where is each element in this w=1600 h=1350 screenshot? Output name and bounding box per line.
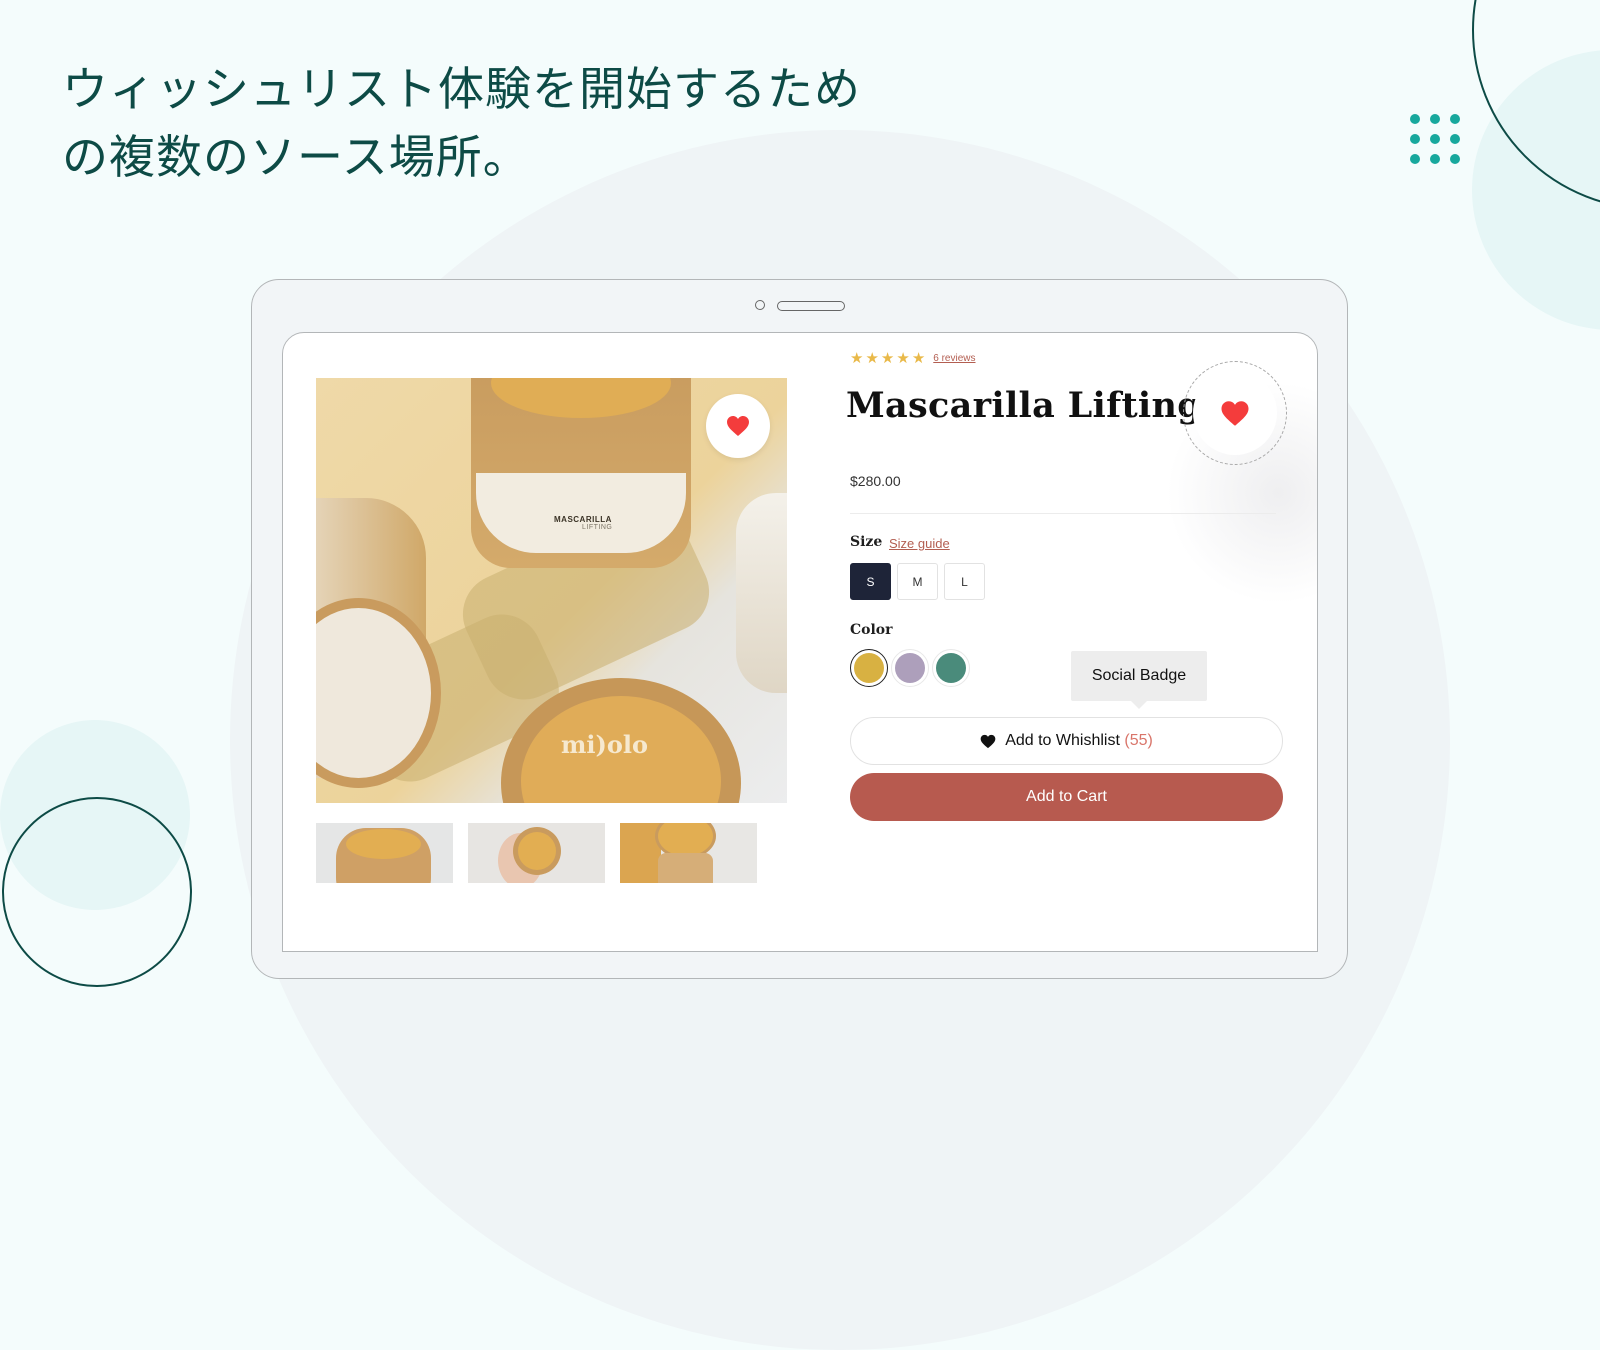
social-badge-tooltip: Social Badge xyxy=(1071,651,1207,709)
size-option-l[interactable]: L xyxy=(944,563,985,600)
add-to-cart-button[interactable]: Add to Cart xyxy=(850,773,1283,821)
heart-icon xyxy=(727,416,749,436)
thumbnail[interactable] xyxy=(316,823,453,883)
size-option-s[interactable]: S xyxy=(850,563,891,600)
wishlist-label: Add to Whishlist (55) xyxy=(1005,732,1153,749)
thumbnail-strip xyxy=(316,823,757,883)
reviews-link[interactable]: 6 reviews xyxy=(933,353,975,364)
heart-icon xyxy=(980,734,996,748)
jar-label: MASCARILLA xyxy=(554,515,612,524)
color-swatch-teal[interactable] xyxy=(932,649,970,687)
decorative-ring xyxy=(2,797,192,987)
heart-icon xyxy=(1221,400,1249,426)
headline: ウィッシュリスト体験を開始するため の複数のソース場所。 xyxy=(62,55,932,191)
wishlist-count: (55) xyxy=(1124,732,1153,749)
divider xyxy=(850,513,1276,514)
headline-line-2: の複数のソース場所。 xyxy=(62,130,530,184)
brand-logo: mi)olo xyxy=(561,730,648,759)
star-icon: ★ xyxy=(880,350,895,367)
product-title: Mascarilla Lifting xyxy=(846,385,1203,426)
product-page: MASCARILLA LIFTING mi)olo ★ ★ ★ ★ ★ 6 re… xyxy=(282,332,1318,952)
thumbnail[interactable] xyxy=(620,823,757,883)
headline-line-1: ウィッシュリスト体験を開始するため xyxy=(62,62,861,116)
tablet-frame: MASCARILLA LIFTING mi)olo ★ ★ ★ ★ ★ 6 re… xyxy=(251,279,1348,979)
star-icon: ★ xyxy=(896,350,910,367)
rating: ★ ★ ★ ★ ★ 6 reviews xyxy=(850,351,976,366)
star-icon: ★ xyxy=(850,350,864,367)
image-wishlist-button[interactable] xyxy=(706,394,770,458)
size-selector: S M L xyxy=(850,563,985,600)
size-guide-link[interactable]: Size guide xyxy=(889,536,950,551)
color-label: Color xyxy=(850,622,893,638)
product-price: $280.00 xyxy=(850,473,901,489)
product-main-image[interactable]: MASCARILLA LIFTING mi)olo xyxy=(316,378,787,803)
speaker-slot xyxy=(777,301,845,311)
camera-icon xyxy=(755,300,765,310)
color-swatch-mustard[interactable] xyxy=(850,649,888,687)
color-selector xyxy=(850,649,970,687)
add-to-wishlist-button[interactable]: Add to Whishlist (55) xyxy=(850,717,1283,765)
color-swatch-lavender[interactable] xyxy=(891,649,929,687)
wishlist-heart-button[interactable] xyxy=(1183,361,1287,465)
size-label: Size xyxy=(850,534,883,550)
star-rating: ★ ★ ★ ★ ★ xyxy=(850,351,925,366)
star-icon: ★ xyxy=(911,350,926,367)
size-option-m[interactable]: M xyxy=(897,563,938,600)
decorative-dot-grid xyxy=(1410,114,1460,164)
star-icon: ★ xyxy=(865,350,879,367)
thumbnail[interactable] xyxy=(468,823,605,883)
